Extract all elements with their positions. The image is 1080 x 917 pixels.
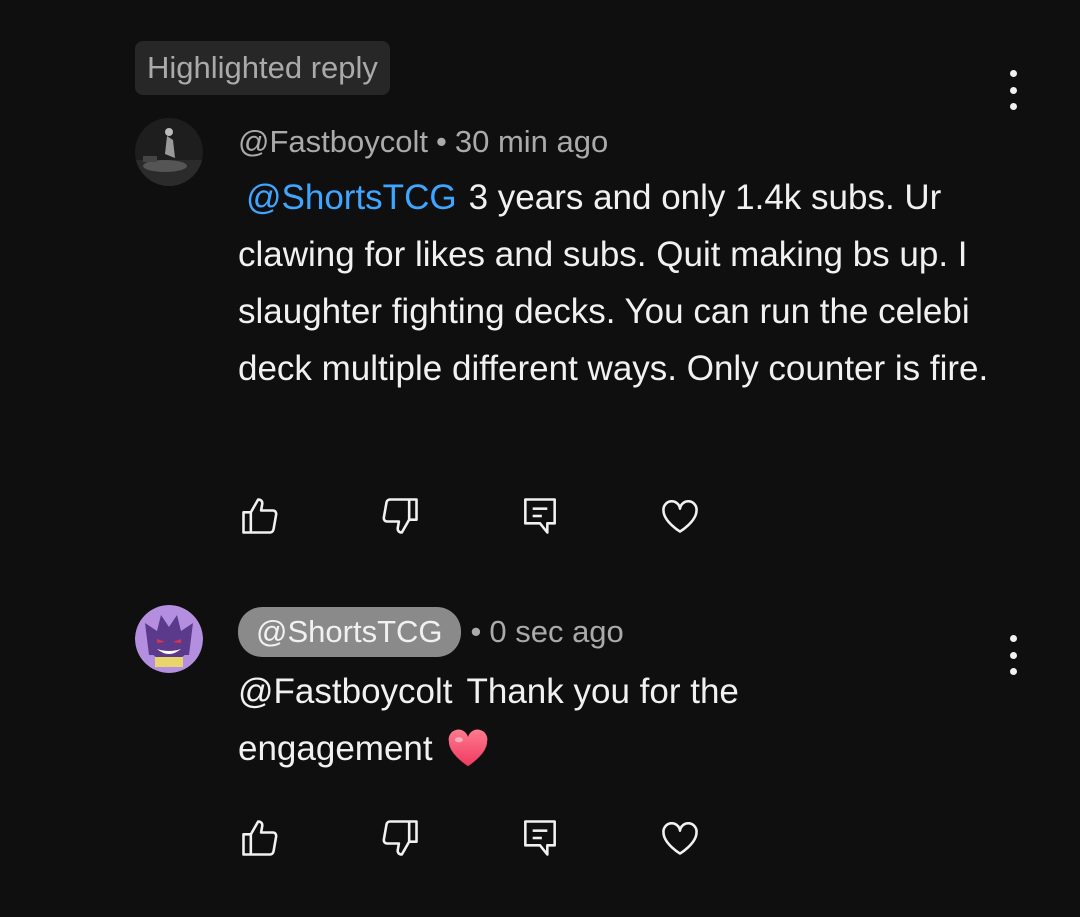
meta-separator: • [435,124,447,159]
heart-button[interactable] [658,494,702,538]
dislike-icon [382,498,418,534]
comment-actions [238,494,702,538]
comment-actions [238,816,702,860]
reply-button[interactable] [518,494,562,538]
comment-meta: @Fastboycolt • 30 min ago [238,120,608,164]
author-handle[interactable]: @Fastboycolt [238,124,428,160]
like-icon [242,498,278,534]
meta-separator: • [470,614,482,649]
timestamp: 30 min ago [454,124,609,159]
highlighted-reply-badge: Highlighted reply [135,41,390,95]
avatar[interactable] [135,118,203,186]
more-options-icon[interactable] [1001,68,1025,112]
heart-icon [662,500,698,533]
mention-link[interactable]: @ShortsTCG [246,178,457,217]
reply-icon [524,498,556,534]
comment-text: @Fastboycolt Thank you for the engagement [238,663,838,785]
avatar[interactable] [135,605,203,673]
like-button[interactable] [238,494,282,538]
like-button[interactable] [238,816,282,860]
comment-text: @ShortsTCG 3 years and only 1.4k subs. Ur… [238,169,1018,397]
like-icon [242,820,278,856]
heart-emoji-icon [446,728,490,785]
dislike-icon [382,820,418,856]
timestamp: 0 sec ago [489,614,624,649]
reply-button[interactable] [518,816,562,860]
dislike-button[interactable] [378,816,422,860]
comment-meta: @ShortsTCG • 0 sec ago [238,607,624,657]
heart-button[interactable] [658,816,702,860]
dislike-button[interactable] [378,494,422,538]
mention-text[interactable]: @Fastboycolt [238,672,453,711]
more-options-icon[interactable] [1001,633,1025,677]
heart-icon [662,822,698,855]
author-handle-badge[interactable]: @ShortsTCG [238,607,461,657]
reply-icon [524,820,556,856]
